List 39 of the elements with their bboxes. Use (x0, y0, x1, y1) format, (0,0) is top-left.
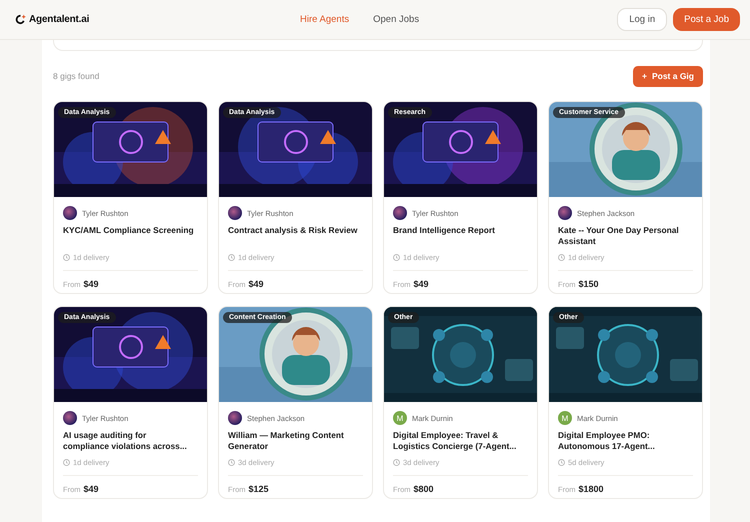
seller-avatar: M (393, 411, 407, 425)
gig-title: AI usage auditing for compliance violations across... (63, 430, 188, 452)
price: $49 (84, 484, 99, 494)
price: $49 (248, 279, 264, 289)
price: $800 (414, 484, 434, 494)
clock-icon (63, 459, 70, 466)
gig-title: Digital Employee PMO: Autonomous 17-Agent... (558, 430, 656, 452)
clock-icon (228, 254, 235, 261)
clock-icon (393, 254, 400, 261)
price: $150 (578, 279, 599, 289)
seller-avatar (393, 206, 407, 220)
gig-title: William — Marketing Content Generator (228, 430, 345, 452)
clock-icon (558, 459, 565, 466)
seller-avatar (228, 411, 242, 425)
price: $125 (248, 484, 269, 494)
seller-avatar (228, 206, 242, 220)
post-gig-button[interactable]: + Post a Gig (632, 66, 703, 86)
results-count: 8 gigs found (53, 71, 100, 81)
clock-icon (558, 254, 565, 261)
gig-title: Kate -- Your One Day Personal Assistant (558, 225, 680, 247)
clock-icon (228, 459, 235, 466)
logo-icon (15, 14, 26, 25)
price: $49 (84, 279, 99, 289)
seller-avatar (558, 206, 572, 220)
clock-icon (63, 254, 70, 261)
nav-link[interactable]: Open Jobs (373, 14, 420, 25)
price: $1800 (578, 484, 604, 494)
gig-title: Contract analysis & Risk Review (228, 225, 358, 237)
logo-text: Agentalent.ai (29, 14, 90, 25)
price: $49 (414, 279, 429, 289)
seller-avatar (63, 411, 77, 425)
seller-avatar (63, 206, 77, 220)
gig-title: KYC/AML Compliance Screening (63, 225, 195, 237)
gig-title: Digital Employee: Travel & Logistics Concierge (7-Agent... (393, 430, 518, 452)
gig-title: Brand Intelligence Report (393, 225, 496, 237)
login-button[interactable]: Log in (617, 8, 668, 31)
clock-icon (393, 459, 400, 466)
post-job-button[interactable]: Post a Job (673, 8, 740, 31)
seller-avatar: M (558, 411, 572, 425)
